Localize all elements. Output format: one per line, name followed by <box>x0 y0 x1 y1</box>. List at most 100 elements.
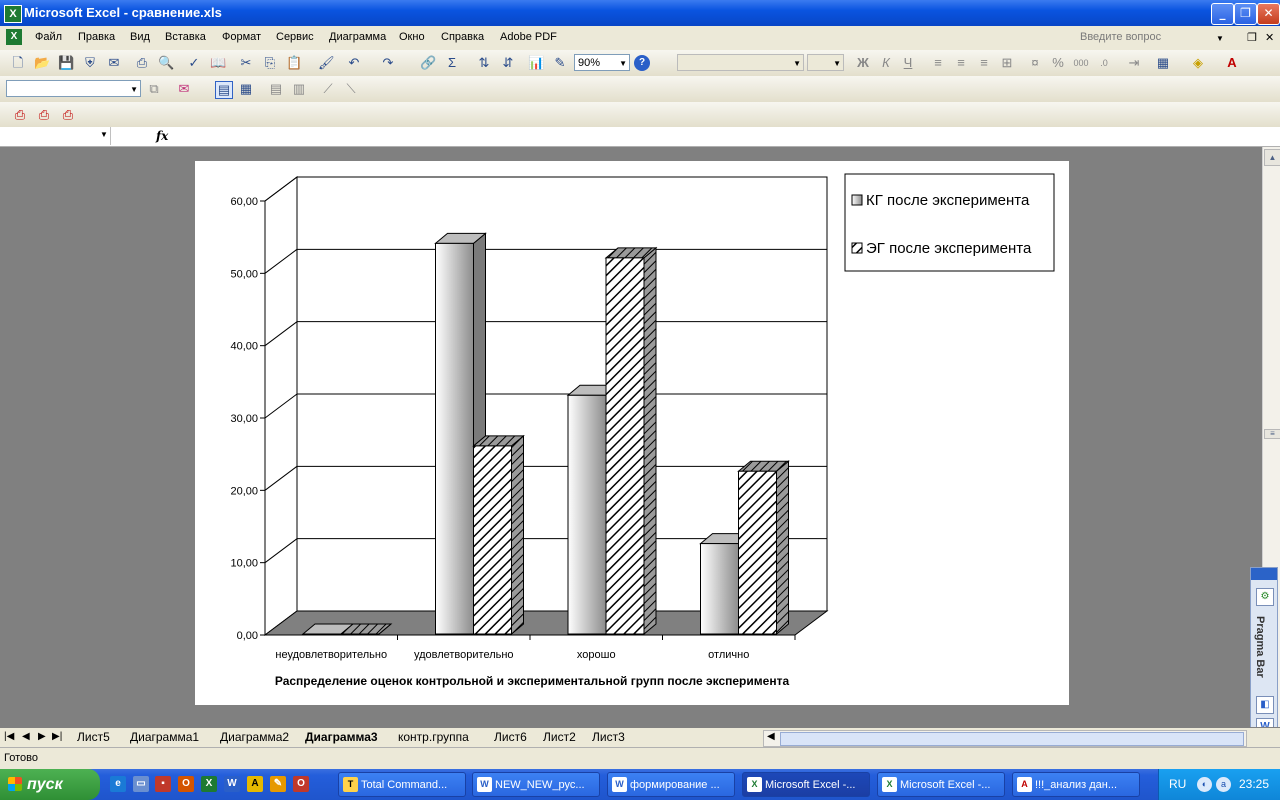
next-sheet-icon[interactable]: ▶ <box>38 731 46 742</box>
by-row-icon[interactable]: ▤ <box>268 81 284 97</box>
tab-list2[interactable]: Лист2 <box>543 730 576 744</box>
last-sheet-icon[interactable]: ▶| <box>52 731 62 742</box>
first-sheet-icon[interactable]: |◀ <box>4 731 14 742</box>
angle-up-icon[interactable]: ⟍ <box>343 81 359 97</box>
maximize-button[interactable]: ❐ <box>1234 3 1257 25</box>
chart-wizard-icon[interactable]: 📊 <box>528 55 544 71</box>
fill-color-icon[interactable]: ◈ <box>1190 55 1206 71</box>
indent-icon[interactable]: ⇥ <box>1126 55 1142 71</box>
legend-icon[interactable]: ▤ <box>215 81 233 99</box>
format-object-icon[interactable]: ⧉ <box>146 81 162 97</box>
task-word-new[interactable]: W NEW_NEW_рус... <box>472 772 600 797</box>
tab-list6[interactable]: Лист6 <box>494 730 527 744</box>
cut-icon[interactable]: ✂ <box>238 55 254 71</box>
email-icon[interactable]: ✉ <box>106 55 122 71</box>
percent-icon[interactable]: % <box>1050 55 1066 71</box>
ask-question-input[interactable]: Введите вопрос <box>1080 31 1161 43</box>
opera-icon[interactable]: O <box>293 776 309 792</box>
acrobat-quicklaunch-icon[interactable]: A <box>247 776 263 792</box>
menu-edit[interactable]: Правка <box>78 31 115 43</box>
doc-close-icon[interactable]: ✕ <box>1265 31 1274 44</box>
language-indicator[interactable]: RU <box>1169 777 1186 791</box>
fx-icon[interactable]: fx <box>156 129 168 143</box>
task-total-commander[interactable]: T Total Command... <box>338 772 466 797</box>
tab-diagram2[interactable]: Диаграмма2 <box>220 730 289 744</box>
horizontal-scroll-thumb[interactable] <box>780 732 1244 746</box>
currency-icon[interactable]: ¤ <box>1027 55 1043 71</box>
tray-network-icon[interactable]: ◐ <box>1197 777 1212 792</box>
open-icon[interactable]: 📂 <box>34 55 50 71</box>
pdf-convert-icon[interactable]: ⎙ <box>12 107 28 123</box>
pdf-email-icon[interactable]: ⎙ <box>36 107 52 123</box>
thousands-icon[interactable]: 000 <box>1073 55 1089 71</box>
menu-adobe-pdf[interactable]: Adobe PDF <box>500 31 557 43</box>
align-center-icon[interactable]: ≡ <box>953 55 969 71</box>
merge-center-icon[interactable]: ⊞ <box>999 55 1015 71</box>
bar-eg-3[interactable] <box>737 460 790 636</box>
tab-list5[interactable]: Лист5 <box>77 730 110 744</box>
chart-area[interactable]: 0,00 10,00 20,00 30,00 40,00 50,00 60,00 неудо… <box>195 161 1069 705</box>
scroll-up-icon[interactable]: ▲ <box>1264 149 1280 166</box>
outlook-icon[interactable]: O <box>178 776 194 792</box>
sort-asc-icon[interactable]: ⇅ <box>476 55 492 71</box>
underline-icon[interactable]: Ч <box>900 55 916 71</box>
quicklaunch-save-icon[interactable]: ▪ <box>155 776 171 792</box>
tray-update-icon[interactable]: a <box>1216 777 1231 792</box>
undo-icon[interactable]: ↶ <box>346 55 362 71</box>
print-preview-icon[interactable]: 🔍 <box>158 55 174 71</box>
spelling-icon[interactable]: ✓ <box>186 55 202 71</box>
drawing-icon[interactable]: ✎ <box>552 55 568 71</box>
task-excel-2[interactable]: X Microsoft Excel -... <box>877 772 1005 797</box>
italic-icon[interactable]: К <box>878 55 894 71</box>
align-right-icon[interactable]: ≡ <box>976 55 992 71</box>
save-icon[interactable]: 💾 <box>58 55 74 71</box>
menu-view[interactable]: Вид <box>130 31 150 43</box>
hyperlink-icon[interactable]: 🔗 <box>420 55 436 71</box>
quicklaunch-tool-icon[interactable]: ✎ <box>270 776 286 792</box>
pragma-translate-icon[interactable]: ◧ <box>1256 696 1274 714</box>
task-pdf-analysis[interactable]: A !!!_анализ дан... <box>1012 772 1140 797</box>
font-size-select[interactable]: ▼ <box>807 54 844 71</box>
pragma-icon[interactable]: ⚙ <box>1256 588 1274 606</box>
close-button[interactable]: ✕ <box>1257 3 1280 25</box>
align-left-icon[interactable]: ≡ <box>930 55 946 71</box>
borders-icon[interactable]: ▦ <box>1155 55 1171 71</box>
task-word-formation[interactable]: W формирование ... <box>607 772 735 797</box>
menu-window[interactable]: Окно <box>399 31 425 43</box>
pdf-review-icon[interactable]: ⎙ <box>60 107 76 123</box>
angle-down-icon[interactable]: ⟋ <box>320 81 336 97</box>
chart-objects-select[interactable]: ▼ <box>6 80 141 97</box>
menu-insert[interactable]: Вставка <box>165 31 206 43</box>
task-excel-active[interactable]: X Microsoft Excel -... <box>742 772 870 797</box>
ie-icon[interactable]: e <box>110 776 126 792</box>
bar-eg-1[interactable] <box>472 434 525 636</box>
by-column-icon[interactable]: ▥ <box>291 81 307 97</box>
format-painter-icon[interactable]: 🖌 <box>318 55 335 71</box>
menu-format[interactable]: Формат <box>222 31 261 43</box>
autosum-icon[interactable]: Σ <box>444 55 460 71</box>
sort-desc-icon[interactable]: ⇵ <box>500 55 516 71</box>
start-button[interactable]: пуск <box>0 769 100 800</box>
show-desktop-icon[interactable]: ▭ <box>133 776 149 792</box>
tab-control-group[interactable]: контр.группа <box>398 730 469 744</box>
horizontal-scrollbar[interactable]: ◀ <box>763 730 1247 747</box>
scroll-thumb[interactable]: ≡ <box>1264 429 1280 439</box>
data-table-icon[interactable]: ▦ <box>238 81 254 97</box>
excel-quicklaunch-icon[interactable]: X <box>201 776 217 792</box>
doc-restore-icon[interactable]: ❐ <box>1247 31 1257 44</box>
tab-diagram1[interactable]: Диаграмма1 <box>130 730 199 744</box>
research-icon[interactable]: 📖 <box>210 55 226 71</box>
font-select[interactable]: ▼ <box>677 54 804 71</box>
tab-list3[interactable]: Лист3 <box>592 730 625 744</box>
bar-eg-2[interactable] <box>604 246 658 636</box>
paste-icon[interactable]: 📋 <box>286 55 302 71</box>
prev-sheet-icon[interactable]: ◀ <box>22 731 30 742</box>
menu-file[interactable]: Файл <box>35 31 62 43</box>
font-color-icon[interactable]: A <box>1224 55 1240 71</box>
minimize-button[interactable]: _ <box>1211 3 1234 25</box>
menu-tools[interactable]: Сервис <box>276 31 314 43</box>
tab-diagram3[interactable]: Диаграмма3 <box>305 730 378 744</box>
chart-type-icon[interactable]: ✉ <box>176 81 192 97</box>
legend[interactable]: КГ после эксперимента ЭГ после экспериме… <box>844 173 1055 272</box>
permission-icon[interactable]: ⛨ <box>82 55 98 71</box>
